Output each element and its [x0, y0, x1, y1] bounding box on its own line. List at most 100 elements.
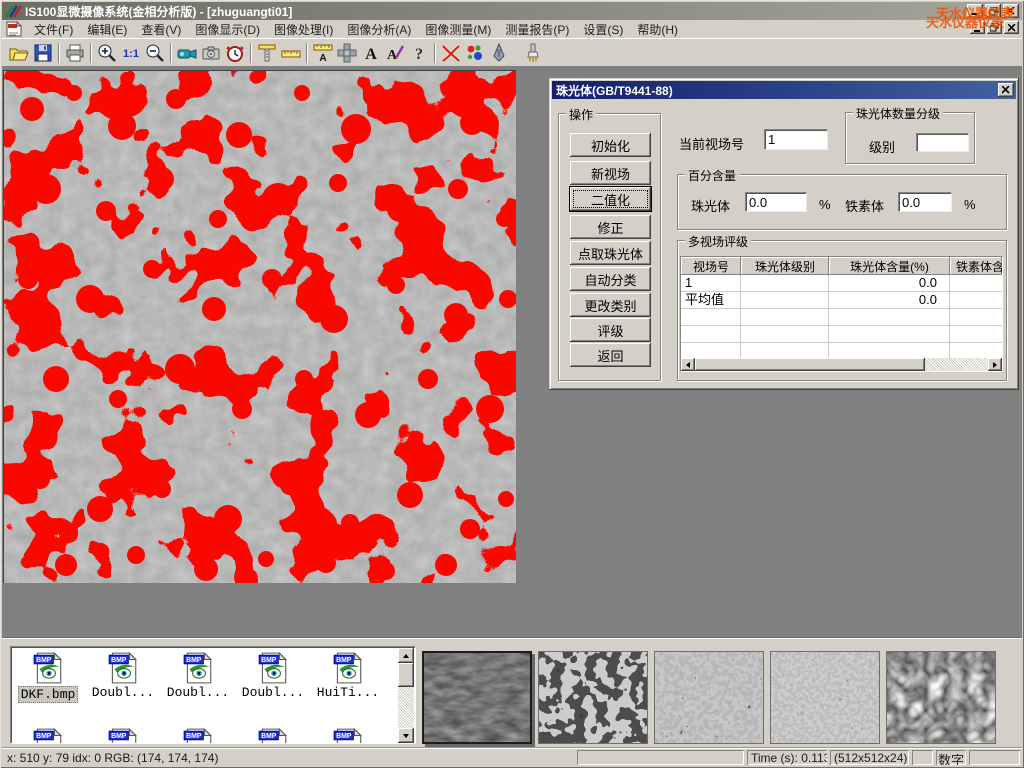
init-button[interactable]: 初始化: [570, 133, 651, 157]
menu-item-file[interactable]: 文件(F): [27, 19, 80, 40]
file-name: HuiTi...: [317, 685, 379, 700]
pen-tool-button[interactable]: [487, 41, 511, 65]
zoom-out-button[interactable]: [143, 41, 167, 65]
header-field[interactable]: 视场号: [681, 257, 741, 275]
menu-item-view[interactable]: 查看(V): [134, 19, 188, 40]
browser-panel: BMP DKF.bmp BMP Doubl...: [2, 637, 1022, 747]
status-resolution: (512x512x24): [830, 750, 909, 765]
dialog-close-button[interactable]: [998, 83, 1014, 97]
file-item-doubl3[interactable]: BMP Doubl...: [237, 651, 309, 700]
header-ferrite[interactable]: 铁素体含量(%): [950, 257, 1002, 275]
video-capture-button[interactable]: [175, 41, 199, 65]
print-button[interactable]: [63, 41, 87, 65]
pick-pearlite-button[interactable]: 点取珠光体: [570, 241, 651, 265]
menu-item-image-analysis[interactable]: 图像分析(A): [340, 19, 418, 40]
letter-a-pencil-icon: A: [384, 42, 406, 64]
grid-tool-button[interactable]: [335, 41, 359, 65]
ferrite-percent-input[interactable]: [898, 192, 952, 212]
file-item-huiti[interactable]: BMP HuiTi...: [312, 651, 384, 700]
menu-item-image-display[interactable]: 图像显示(D): [188, 19, 267, 40]
svg-text:1:1: 1:1: [123, 48, 139, 60]
dialog-title: 珠光体(GB/T9441-88): [556, 82, 673, 99]
save-button[interactable]: [31, 41, 55, 65]
cell-grade: [741, 275, 829, 291]
header-pearlite[interactable]: 珠光体含量(%): [829, 257, 950, 275]
table-horizontal-scrollbar[interactable]: [681, 358, 1002, 371]
thumbnail-5[interactable]: [886, 651, 996, 744]
svg-text:?: ?: [415, 46, 423, 63]
mdi-restore-button[interactable]: [987, 21, 1002, 34]
table-row[interactable]: 1 0.0: [681, 275, 1002, 292]
minimize-icon: [974, 24, 981, 32]
svg-text:A: A: [365, 46, 377, 63]
new-field-button[interactable]: 新视场: [570, 161, 651, 185]
text-edit-button[interactable]: A: [383, 41, 407, 65]
actual-size-button[interactable]: 1:1: [119, 41, 143, 65]
return-button[interactable]: 返回: [570, 343, 651, 367]
rating-table: 视场号 珠光体级别 珠光体含量(%) 铁素体含量(%) 1 0.0 平均值 0.…: [680, 256, 1003, 372]
particle-analysis-button[interactable]: [463, 41, 487, 65]
thumbnail-3[interactable]: [654, 651, 764, 744]
bmp-file-icon[interactable]: BMP: [31, 727, 65, 744]
file-list[interactable]: BMP DKF.bmp BMP Doubl...: [10, 646, 416, 744]
table-row[interactable]: 平均值 0.0: [681, 292, 1002, 309]
grade-level-input[interactable]: [916, 133, 969, 152]
triangle-down-icon: [403, 734, 409, 738]
dialog-title-bar[interactable]: 珠光体(GB/T9441-88): [552, 81, 1016, 99]
menu-item-report[interactable]: 测量报告(P): [498, 19, 576, 40]
header-grade[interactable]: 珠光体级别: [741, 257, 829, 275]
bmp-file-icon[interactable]: BMP: [331, 727, 365, 744]
grade-button[interactable]: 评级: [570, 318, 651, 342]
menu-item-edit[interactable]: 编辑(E): [80, 19, 134, 40]
bmp-file-icon[interactable]: BMP: [106, 727, 140, 744]
mdi-minimize-button[interactable]: [970, 21, 985, 34]
zoom-out-icon: [144, 42, 166, 64]
open-file-button[interactable]: [7, 41, 31, 65]
bmp-file-icon[interactable]: BMP: [256, 727, 290, 744]
scrollbar-thumb[interactable]: [398, 663, 414, 687]
timer-button[interactable]: [223, 41, 247, 65]
text-tool-button[interactable]: A: [359, 41, 383, 65]
current-field-label: 当前视场号: [679, 134, 744, 153]
measure-annotate-button[interactable]: A: [311, 41, 335, 65]
current-field-input[interactable]: [764, 129, 828, 150]
scroll-right-button[interactable]: [988, 358, 1002, 371]
scrollbar-thumb[interactable]: [695, 358, 925, 371]
bmp-file-icon[interactable]: BMP: [181, 727, 215, 744]
zoom-in-button[interactable]: [95, 41, 119, 65]
menu-item-settings[interactable]: 设置(S): [576, 19, 630, 40]
menu-item-image-measure[interactable]: 图像测量(M): [418, 19, 498, 40]
file-item-dkf[interactable]: BMP DKF.bmp: [12, 651, 84, 703]
change-class-button[interactable]: 更改类别: [570, 293, 651, 317]
close-button[interactable]: [1003, 4, 1019, 18]
minimize-button[interactable]: [967, 4, 983, 18]
help-button[interactable]: ?: [407, 41, 431, 65]
mdi-close-button[interactable]: [1004, 21, 1019, 34]
curve-tool-button[interactable]: [439, 41, 463, 65]
auto-classify-button[interactable]: 自动分类: [570, 267, 651, 291]
scroll-up-button[interactable]: [398, 648, 414, 663]
menu-item-help[interactable]: 帮助(H): [630, 19, 685, 40]
file-item-doubl2[interactable]: BMP Doubl...: [162, 651, 234, 700]
brush-tool-button[interactable]: [521, 41, 545, 65]
thumbnail-2[interactable]: [538, 651, 648, 744]
restore-button[interactable]: [985, 4, 1001, 18]
menu-item-image-process[interactable]: 图像处理(I): [267, 19, 340, 40]
ruler-measure-button[interactable]: [279, 41, 303, 65]
bmp-file-icon: BMP: [181, 651, 215, 685]
binarize-button[interactable]: 二值化: [570, 187, 651, 211]
scroll-left-button[interactable]: [681, 358, 695, 371]
correct-button[interactable]: 修正: [570, 215, 651, 239]
save-icon: [32, 42, 54, 64]
caliper-measure-button[interactable]: [255, 41, 279, 65]
file-item-doubl1[interactable]: BMP Doubl...: [87, 651, 159, 700]
scroll-down-button[interactable]: [398, 728, 414, 743]
operation-group-label: 操作: [566, 106, 596, 123]
photo-capture-button[interactable]: [199, 41, 223, 65]
svg-text:BMP: BMP: [186, 657, 202, 664]
file-list-scrollbar[interactable]: [398, 648, 414, 743]
thumbnail-1[interactable]: [422, 651, 532, 744]
metallographic-image[interactable]: [4, 71, 516, 583]
thumbnail-4[interactable]: [770, 651, 880, 744]
pearlite-percent-input[interactable]: [745, 192, 807, 212]
